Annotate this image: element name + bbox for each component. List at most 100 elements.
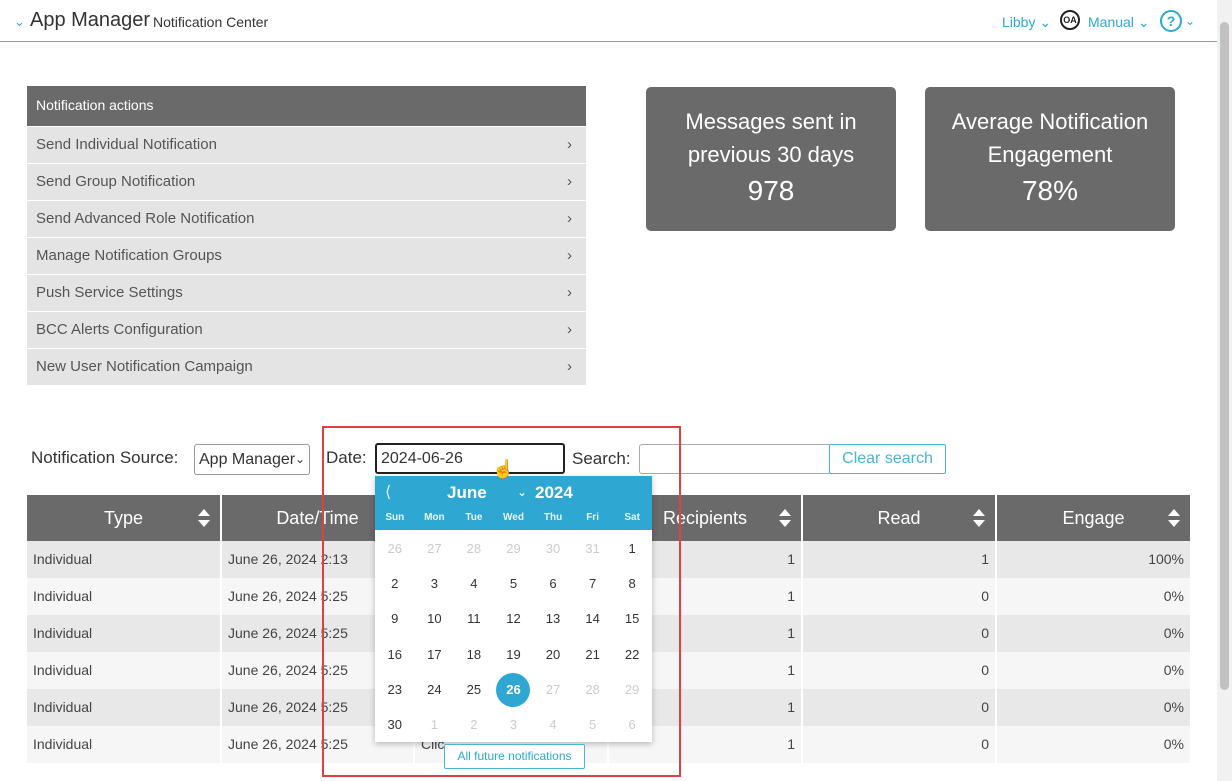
user-menu[interactable]: Libby ⌄ [1002, 14, 1051, 31]
calendar-week: 16 17 18 19 20 21 22 [375, 637, 652, 672]
scrollbar-thumb[interactable] [1220, 22, 1229, 690]
month-select[interactable]: June [447, 483, 487, 503]
day-number: 21 [585, 646, 600, 662]
help-chevron-down-icon[interactable]: ⌄ [1185, 14, 1195, 28]
app-menu-chevron-icon[interactable]: ⌄ [14, 14, 25, 30]
day-number: 5 [509, 576, 518, 592]
manual-menu[interactable]: Manual ⌄ [1088, 14, 1150, 31]
action-send-advanced-role[interactable]: Send Advanced Role Notification › [27, 200, 586, 237]
cell-type: Individual [27, 652, 222, 689]
day-number: 10 [427, 611, 442, 627]
calendar-day[interactable]: 2 [375, 566, 415, 601]
calendar-header: ⟨ June ⌄ 2024 Sun Mon Tue Wed Thu Fri Sat [375, 476, 652, 530]
chevron-right-icon: › [567, 173, 572, 190]
sort-icon [1168, 509, 1180, 527]
calendar-day: 2 [454, 707, 494, 742]
calendar-day[interactable]: 16 [375, 637, 415, 672]
calendar-day[interactable]: 12 [494, 601, 534, 636]
calendar-day[interactable]: 21 [573, 637, 613, 672]
cell-engage: 0% [997, 726, 1190, 763]
calendar-day[interactable]: 23 [375, 672, 415, 707]
column-label: Engage [1062, 508, 1125, 528]
column-type[interactable]: Type [27, 495, 222, 541]
calendar-day[interactable]: 24 [415, 672, 455, 707]
day-number: 12 [506, 611, 521, 627]
source-select[interactable]: App Manager ⌄ [194, 444, 310, 475]
calendar-day[interactable]: 4 [454, 566, 494, 601]
calendar-day[interactable]: 20 [533, 637, 573, 672]
help-icon[interactable]: ? [1160, 10, 1182, 32]
prev-month-icon[interactable]: ⟨ [385, 482, 391, 502]
search-input[interactable] [639, 444, 831, 474]
cell-engage: 0% [997, 689, 1190, 726]
day-number: 28 [585, 681, 600, 697]
calendar-day[interactable]: 3 [415, 566, 455, 601]
calendar-day[interactable]: 8 [612, 566, 652, 601]
calendar-days: 26 27 28 29 30 31 1 2 3 4 5 6 7 8 9 10 11 12 13 14 15 16 17 18 1… [375, 531, 652, 742]
day-number: 2 [470, 716, 478, 732]
calendar-day[interactable]: 9 [375, 601, 415, 636]
clear-search-button[interactable]: Clear search [829, 444, 946, 474]
year-display[interactable]: 2024 [535, 483, 573, 503]
chevron-right-icon: › [567, 284, 572, 301]
action-label: Send Advanced Role Notification [36, 210, 255, 227]
chevron-right-icon: › [567, 210, 572, 227]
chevron-right-icon: › [567, 358, 572, 375]
stat-label: Average Notification Engagement [951, 109, 1149, 167]
calendar-day[interactable]: 15 [612, 601, 652, 636]
app-title[interactable]: App Manager [30, 9, 150, 32]
weekday-label: Sat [624, 512, 640, 523]
sort-icon [198, 509, 210, 527]
calendar-day[interactable]: 10 [415, 601, 455, 636]
date-input[interactable]: 2024-06-26 [375, 443, 565, 474]
column-label: Date/Time [276, 508, 359, 528]
calendar-day[interactable]: 11 [454, 601, 494, 636]
calendar-day[interactable]: 1 [612, 531, 652, 566]
column-engage[interactable]: Engage [997, 495, 1190, 541]
column-read[interactable]: Read [803, 495, 997, 541]
day-number: 25 [466, 681, 482, 697]
action-bcc-alerts[interactable]: BCC Alerts Configuration › [27, 311, 586, 348]
weekday-label: Tue [465, 512, 483, 523]
calendar-day[interactable]: 19 [494, 637, 534, 672]
calendar-day: 27 [533, 672, 573, 707]
calendar-day[interactable]: 6 [533, 566, 573, 601]
org-logo-icon: OA [1060, 10, 1080, 30]
column-label: Recipients [662, 508, 748, 528]
calendar-day[interactable]: 30 [375, 707, 415, 742]
day-number: 31 [585, 541, 600, 556]
weekday-label: Mon [424, 512, 445, 523]
action-new-user-campaign[interactable]: New User Notification Campaign › [27, 348, 586, 385]
calendar-day[interactable]: 17 [415, 637, 455, 672]
day-number: 28 [466, 541, 482, 556]
all-future-button[interactable]: All future notifications [444, 744, 585, 769]
sort-icon [973, 509, 985, 527]
action-push-settings[interactable]: Push Service Settings › [27, 274, 586, 311]
calendar-day[interactable]: 13 [533, 601, 573, 636]
calendar-day: 3 [494, 707, 534, 742]
calendar-day: 4 [533, 707, 573, 742]
calendar-day-selected[interactable]: 26 [494, 672, 534, 707]
hand-cursor-icon: ☝ [492, 459, 515, 479]
sort-icon [779, 509, 791, 527]
action-send-group[interactable]: Send Group Notification › [27, 163, 586, 200]
calendar-day[interactable]: 7 [573, 566, 613, 601]
calendar-day[interactable]: 22 [612, 637, 652, 672]
day-number: 18 [466, 646, 482, 662]
cell-type: Individual [27, 689, 222, 726]
day-number: 16 [387, 646, 403, 662]
cell-engage: 0% [997, 578, 1190, 615]
cell-type: Individual [27, 615, 222, 652]
search-label: Search: [572, 449, 631, 468]
action-manage-groups[interactable]: Manage Notification Groups › [27, 237, 586, 274]
weekday-label: Thu [543, 512, 563, 523]
calendar-day[interactable]: 25 [454, 672, 494, 707]
calendar-day[interactable]: 14 [573, 601, 613, 636]
stat-messages-sent: Messages sent in previous 30 days 978 [646, 87, 896, 231]
day-number: 3 [509, 716, 518, 732]
calendar-day[interactable]: 18 [454, 637, 494, 672]
action-send-individual[interactable]: Send Individual Notification › [27, 126, 586, 163]
chevron-down-icon[interactable]: ⌄ [517, 485, 527, 499]
action-label: Push Service Settings [36, 284, 183, 301]
calendar-day[interactable]: 5 [494, 566, 534, 601]
